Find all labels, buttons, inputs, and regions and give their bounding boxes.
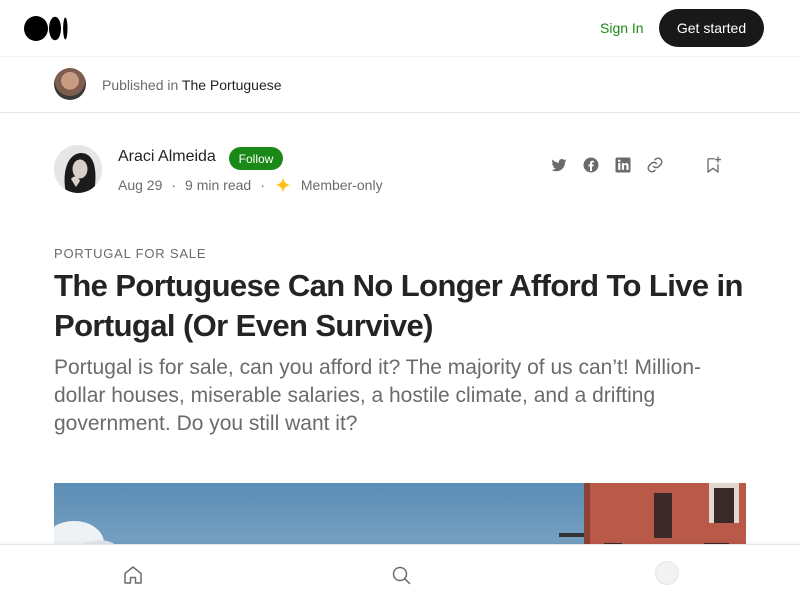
publication-name-link[interactable]: The Portuguese bbox=[182, 77, 282, 93]
twitter-icon[interactable] bbox=[550, 156, 568, 174]
get-started-button[interactable]: Get started bbox=[659, 9, 764, 47]
home-icon[interactable] bbox=[121, 563, 145, 587]
top-navbar: Sign In Get started bbox=[0, 0, 800, 57]
follow-button[interactable]: Follow bbox=[229, 147, 283, 170]
read-time: 9 min read bbox=[185, 177, 252, 193]
facebook-icon[interactable] bbox=[582, 156, 600, 174]
linkedin-icon[interactable] bbox=[614, 156, 632, 174]
meta-separator: · bbox=[171, 177, 177, 193]
medium-logo-icon[interactable] bbox=[24, 16, 68, 41]
article-title: The Portuguese Can No Longer Afford To L… bbox=[54, 268, 743, 343]
publication-bar: Published in The Portuguese bbox=[0, 57, 800, 113]
author-name-link[interactable]: Araci Almeida bbox=[118, 148, 216, 166]
member-only-label: Member-only bbox=[300, 177, 383, 193]
publication-avatar[interactable] bbox=[54, 68, 86, 100]
published-in-label: Published in bbox=[102, 77, 179, 93]
member-star-icon bbox=[274, 177, 291, 193]
author-avatar[interactable] bbox=[54, 145, 102, 193]
bottom-navbar bbox=[0, 544, 800, 600]
link-icon[interactable] bbox=[646, 156, 664, 174]
publish-date: Aug 29 bbox=[118, 177, 163, 193]
article-subtitle: Portugal is for sale, can you afford it?… bbox=[54, 356, 702, 435]
profile-avatar[interactable] bbox=[655, 561, 679, 585]
sign-in-link[interactable]: Sign In bbox=[600, 20, 644, 36]
article-meta: Aug 29 · 9 min read · Member-only bbox=[118, 176, 383, 194]
bookmark-add-icon[interactable] bbox=[703, 155, 723, 175]
meta-separator: · bbox=[260, 177, 265, 193]
article-kicker: PORTUGAL FOR SALE bbox=[54, 246, 207, 261]
search-icon[interactable] bbox=[389, 563, 413, 587]
publication-credit: Published in The Portuguese bbox=[102, 77, 282, 93]
